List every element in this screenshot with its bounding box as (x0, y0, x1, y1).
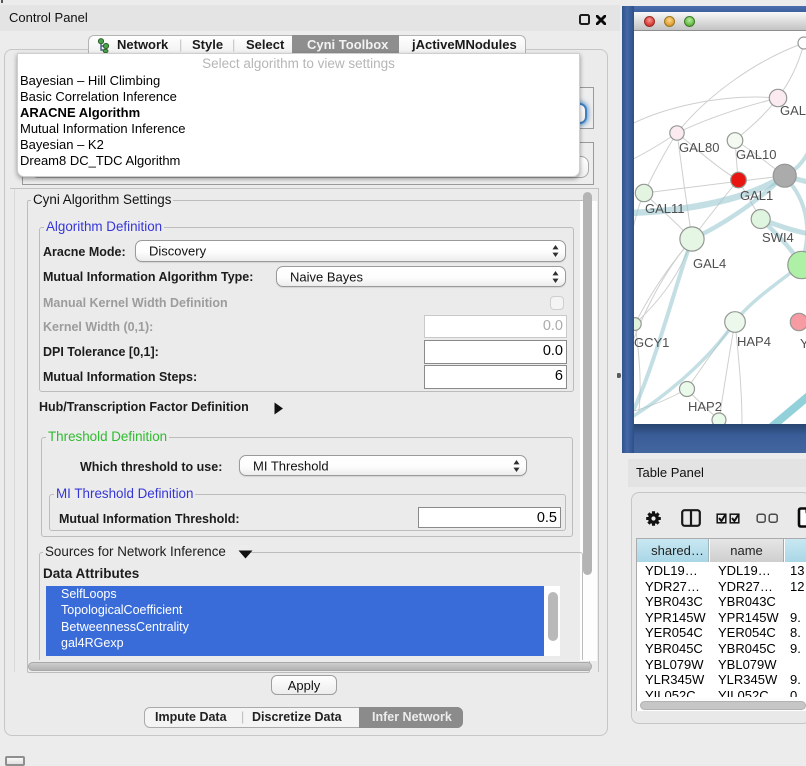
svg-text:GCY1: GCY1 (634, 335, 669, 350)
svg-text:Y: Y (800, 336, 806, 351)
svg-text:GAL11: GAL11 (645, 201, 685, 216)
svg-text:HAP2: HAP2 (688, 399, 722, 414)
svg-text:GAL4: GAL4 (693, 256, 726, 271)
svg-text:SWI4: SWI4 (762, 230, 794, 245)
svg-text:GAL7: GAL7 (780, 103, 806, 118)
svg-text:GAL1: GAL1 (740, 188, 773, 203)
svg-text:GAL10: GAL10 (736, 147, 776, 162)
svg-text:GAL80: GAL80 (679, 140, 719, 155)
svg-text:HAP4: HAP4 (737, 334, 771, 349)
